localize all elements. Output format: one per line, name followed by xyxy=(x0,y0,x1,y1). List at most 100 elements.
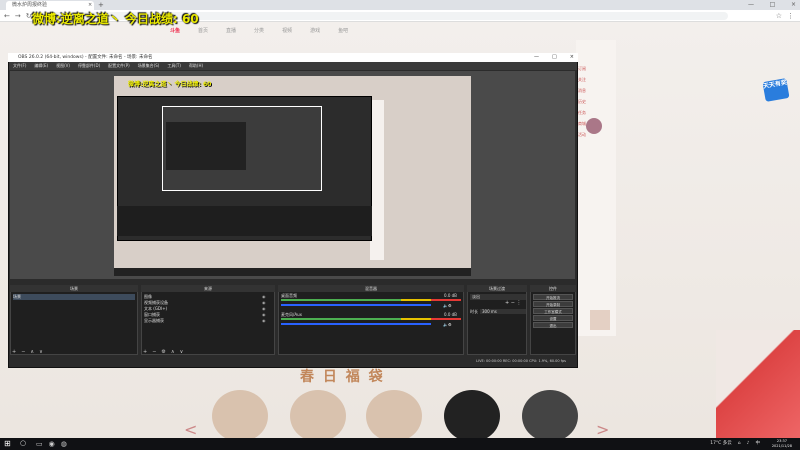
minimize-icon[interactable]: — xyxy=(534,53,539,62)
sources-dock-title: 来源 xyxy=(141,285,275,292)
visibility-eye-icon[interactable]: ◉ xyxy=(262,312,266,317)
network-icon[interactable]: ⌂ xyxy=(738,438,741,450)
product-image[interactable] xyxy=(366,390,422,442)
right-panel-item[interactable]: 订阅 xyxy=(578,66,614,72)
carousel-prev-icon[interactable]: < xyxy=(184,420,197,439)
scene-item[interactable]: 场景 xyxy=(13,294,135,300)
maximize-icon[interactable]: □ xyxy=(770,0,776,10)
duration-input[interactable]: 300 ms xyxy=(480,309,526,314)
audio-meter xyxy=(431,318,461,320)
right-panel-item[interactable]: 消息 xyxy=(578,88,614,94)
site-nav-item[interactable]: 直播 xyxy=(226,24,236,38)
studio-mode-button[interactable]: 工作室模式 xyxy=(533,308,573,314)
browser-nav: ← → ↻ xyxy=(4,10,32,22)
right-panel-item[interactable]: 关注 xyxy=(578,77,614,83)
maximize-icon[interactable]: □ xyxy=(552,53,557,62)
site-nav-item[interactable]: 游戏 xyxy=(310,24,320,38)
mixer-channel-level: 0.0 dB xyxy=(444,293,457,298)
product-image[interactable] xyxy=(290,390,346,442)
speaker-icon[interactable]: 🔈⚙ xyxy=(443,303,452,308)
windows-start-icon[interactable]: ⊞ xyxy=(4,440,11,448)
nested-obs-window xyxy=(166,122,246,170)
product-image[interactable] xyxy=(522,390,578,442)
right-panel-item[interactable]: 任务 xyxy=(578,110,614,116)
menu-profile[interactable]: 配置文件(P) xyxy=(108,62,130,70)
taskbar-clock[interactable]: 23:37 2021/11/28 xyxy=(772,439,792,449)
obs-window-controls: — □ × xyxy=(534,53,574,62)
settings-button[interactable]: 设置 xyxy=(533,315,573,321)
stream-overlay-text: 微博:逆离之道丶 今日战绩: 60 xyxy=(32,12,199,26)
remove-icon[interactable]: − xyxy=(21,349,25,355)
move-up-icon[interactable]: ∧ xyxy=(171,349,175,355)
audio-meter xyxy=(401,299,431,301)
task-view-icon[interactable]: ▭ xyxy=(36,438,43,450)
site-nav-item[interactable]: 首页 xyxy=(198,24,208,38)
menu-tools[interactable]: 工具(T) xyxy=(167,62,181,70)
side-badge[interactable]: 天天有奖 xyxy=(762,78,790,102)
add-icon[interactable]: + xyxy=(12,349,16,355)
close-icon[interactable]: × xyxy=(570,53,574,62)
menu-help[interactable]: 帮助(H) xyxy=(189,62,203,70)
minimize-icon[interactable]: — xyxy=(748,0,754,10)
right-panel-item[interactable]: 历史 xyxy=(578,99,614,105)
menu-file[interactable]: 文件(F) xyxy=(13,62,26,70)
mixer-channel-level: 0.0 dB xyxy=(444,312,457,317)
forward-icon[interactable]: → xyxy=(15,10,21,22)
start-recording-button[interactable]: 开始录制 xyxy=(533,301,573,307)
preview-capture: 微博:逆离之道丶 今日战绩: 60 xyxy=(114,76,471,276)
visibility-eye-icon[interactable]: ◉ xyxy=(262,294,266,299)
move-up-icon[interactable]: ∧ xyxy=(30,349,34,355)
decorative-shape xyxy=(716,330,800,438)
weather-widget[interactable]: 17°C 多云 xyxy=(710,438,732,450)
site-nav-item[interactable]: 分类 xyxy=(254,24,264,38)
right-panel-thumbnail[interactable] xyxy=(590,310,610,330)
site-nav-item[interactable]: 鱼吧 xyxy=(338,24,348,38)
move-down-icon[interactable]: ∨ xyxy=(180,349,184,355)
search-icon[interactable]: ○ xyxy=(20,439,26,447)
volume-slider[interactable] xyxy=(281,323,431,325)
site-nav-item[interactable]: 视频 xyxy=(282,24,292,38)
product-image[interactable] xyxy=(212,390,268,442)
volume-slider[interactable] xyxy=(281,304,431,306)
back-icon[interactable]: ← xyxy=(4,10,10,22)
visibility-eye-icon[interactable]: ◉ xyxy=(262,300,266,305)
menu-view[interactable]: 视图(V) xyxy=(56,62,70,70)
product-image[interactable] xyxy=(444,390,500,442)
gear-icon[interactable]: ⚙ xyxy=(161,349,165,355)
menu-scene-collection[interactable]: 场景集合(S) xyxy=(138,62,160,70)
mixer-dock-title: 混音器 xyxy=(278,285,464,292)
audio-meter xyxy=(281,318,401,320)
browser-tab[interactable]: 微水炉周报终验 × xyxy=(6,1,94,10)
clock-date: 2021/11/28 xyxy=(771,444,792,448)
start-streaming-button[interactable]: 开始推流 xyxy=(533,294,573,300)
audio-meter xyxy=(281,299,401,301)
transition-buttons[interactable]: + − ⋮ xyxy=(505,300,522,306)
capture-side-panel xyxy=(370,100,384,260)
bookmark-star-icon[interactable]: ☆ xyxy=(776,10,782,22)
menu-dots-icon[interactable]: ⋮ xyxy=(787,10,794,22)
menu-edit[interactable]: 编辑(E) xyxy=(34,62,48,70)
add-icon[interactable]: + xyxy=(143,349,147,355)
banner-title: 春 日 福 袋 xyxy=(300,369,385,385)
avatar[interactable] xyxy=(586,118,602,134)
scenes-dock-title: 场景 xyxy=(10,285,138,292)
menu-docks[interactable]: 停靠部件(D) xyxy=(78,62,100,70)
remove-icon[interactable]: − xyxy=(152,349,156,355)
carousel-next-icon[interactable]: > xyxy=(596,420,609,439)
chrome-icon[interactable]: ◉ xyxy=(49,438,55,450)
visibility-eye-icon[interactable]: ◉ xyxy=(262,318,266,323)
ime-indicator[interactable]: 中 xyxy=(756,438,761,450)
source-item[interactable]: 显示器捕获 xyxy=(144,318,164,324)
windows-taskbar xyxy=(0,438,800,450)
move-down-icon[interactable]: ∨ xyxy=(39,349,43,355)
exit-button[interactable]: 退出 xyxy=(533,322,573,328)
new-tab-button[interactable]: + xyxy=(98,0,106,10)
obs-icon[interactable]: ◍ xyxy=(61,438,67,450)
visibility-eye-icon[interactable]: ◉ xyxy=(262,306,266,311)
reload-icon[interactable]: ↻ xyxy=(26,10,32,22)
volume-icon[interactable]: ♪ xyxy=(747,438,750,450)
tab-close-icon[interactable]: × xyxy=(88,1,92,10)
nested-overlay-text: 微博:逆离之道丶 今日战绩: 60 xyxy=(128,81,212,88)
close-icon[interactable]: × xyxy=(791,0,796,10)
speaker-icon[interactable]: 🔈⚙ xyxy=(443,322,452,327)
